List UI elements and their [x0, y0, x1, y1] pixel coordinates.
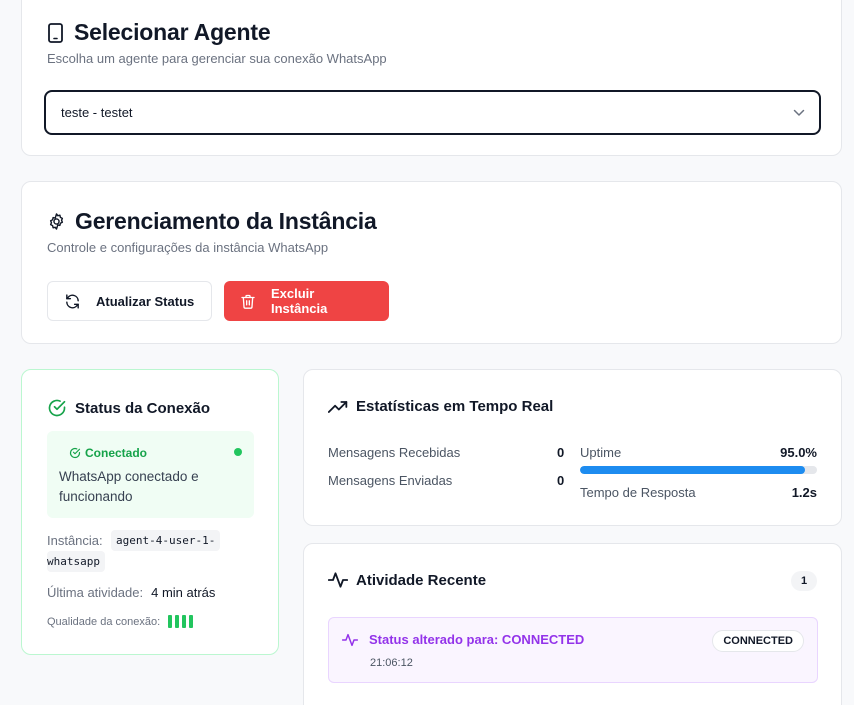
activity-item-time: 21:06:12 [370, 657, 413, 669]
realtime-stats-card: Estatísticas em Tempo Real Mensagens Rec… [303, 369, 842, 526]
activity-pulse-small-icon [342, 633, 358, 647]
received-value: 0 [557, 445, 565, 460]
instance-card-title: Gerenciamento da Instância [75, 208, 377, 234]
connected-badge-label: Conectado [85, 446, 148, 460]
last-activity-value: 4 min atrás [151, 585, 216, 600]
agent-card-header: Selecionar Agente [47, 19, 271, 46]
signal-bar [168, 615, 173, 628]
stats-card-title: Estatísticas em Tempo Real [356, 398, 554, 415]
received-label: Mensagens Recebidas [328, 445, 461, 460]
status-card-title: Status da Conexão [75, 399, 211, 417]
instance-card-header: Gerenciamento da Instância [47, 208, 377, 235]
connection-message: WhatsApp conectado e funcionando [59, 469, 199, 504]
uptime-progress-fill [580, 466, 806, 474]
signal-bar [182, 615, 187, 628]
connection-status-box: Conectado WhatsApp conectado e funcionan… [47, 431, 254, 518]
agent-card-subtitle: Escolha um agente para gerenciar sua con… [47, 51, 387, 66]
instance-management-card: Gerenciamento da Instância Controle e co… [21, 181, 842, 344]
refresh-status-button[interactable]: Atualizar Status [47, 281, 212, 321]
quality-label: Qualidade da conexão: [47, 615, 161, 628]
last-activity-label: Última atividade: [47, 585, 144, 600]
uptime-value: 95.0% [780, 445, 817, 460]
signal-bar [175, 615, 180, 628]
agent-select-value: teste - testet [61, 105, 133, 120]
status-card-header: Status da Conexão [47, 398, 210, 418]
activity-item-row: Status alterado para: CONNECTED [342, 632, 584, 647]
trending-up-icon [328, 400, 348, 414]
stats-card-header: Estatísticas em Tempo Real [328, 398, 553, 415]
delete-instance-button[interactable]: Excluir Instância [224, 281, 389, 321]
activity-card-header: Atividade Recente [328, 571, 486, 589]
uptime-progress-bar [580, 466, 817, 474]
activity-card-title: Atividade Recente [356, 571, 487, 589]
list-item: Status alterado para: CONNECTED 21:06:12… [328, 617, 818, 683]
response-time-label: Tempo de Resposta [580, 485, 696, 500]
recent-activity-card: Atividade Recente 1 Status alterado para… [303, 543, 842, 705]
sent-label: Mensagens Enviadas [328, 473, 453, 488]
sent-value: 0 [557, 473, 565, 488]
refresh-icon [64, 293, 81, 310]
agent-select-card: Selecionar Agente Escolha um agente para… [21, 0, 842, 156]
activity-status-badge: CONNECTED [712, 630, 804, 652]
refresh-status-label: Atualizar Status [96, 293, 195, 309]
online-indicator [234, 448, 242, 456]
instance-value-line-2: whatsapp [47, 551, 105, 572]
agent-select[interactable]: teste - testet [44, 90, 821, 135]
connection-status-card: Status da Conexão Conectado WhatsApp con… [21, 369, 279, 655]
instance-card-subtitle: Controle e configurações da instância Wh… [47, 240, 329, 255]
connected-badge: Conectado [69, 446, 147, 460]
agent-card-title: Selecionar Agente [74, 19, 271, 45]
signal-bars-icon [168, 615, 194, 628]
activity-pulse-icon [328, 571, 348, 589]
response-time-value: 1.2s [791, 485, 817, 500]
uptime-label: Uptime [580, 445, 622, 460]
signal-bar [189, 615, 194, 628]
check-circle-icon [47, 398, 67, 418]
gear-icon [47, 212, 66, 231]
smartphone-icon [47, 22, 64, 43]
instance-label: Instância: [47, 533, 103, 548]
activity-count-badge: 1 [791, 571, 817, 591]
connection-quality-row: Qualidade da conexão: [47, 615, 194, 628]
last-activity-row: Última atividade: 4 min atrás [47, 585, 215, 600]
activity-item-text: Status alterado para: CONNECTED [369, 632, 585, 647]
chevron-down-icon [793, 109, 805, 117]
check-circle-small-icon [69, 447, 81, 459]
delete-instance-label: Excluir Instância [271, 286, 328, 316]
instance-value-line-1: agent-4-user-1- [111, 530, 221, 551]
trash-icon [240, 293, 256, 310]
